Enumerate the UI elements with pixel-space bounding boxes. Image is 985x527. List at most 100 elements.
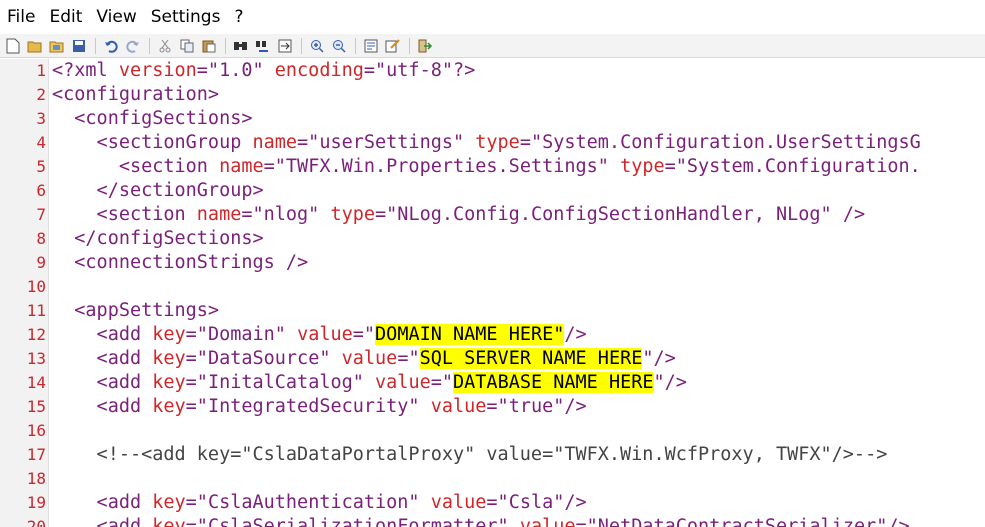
highlighted-text: DOMAIN NAME HERE": [375, 324, 565, 345]
code-text: <add key="DataSource" value="SQL SERVER …: [52, 347, 676, 371]
zoom-out-icon[interactable]: [331, 38, 347, 54]
code-line: 5 <section name="TWFX.Win.Properties.Set…: [0, 155, 985, 179]
code-token: =": [430, 372, 454, 393]
code-token: ="DataSource": [185, 348, 342, 369]
code-token: <sectionGroup: [52, 132, 253, 153]
code-text: <configSections>: [52, 107, 252, 131]
code-token: <add: [52, 516, 153, 527]
code-token: <section: [52, 156, 220, 177]
open-folder-icon[interactable]: [49, 38, 65, 54]
redo-icon[interactable]: [125, 38, 141, 54]
code-token: <add: [52, 492, 153, 513]
goto-line-icon[interactable]: [277, 38, 293, 54]
code-token: key: [152, 396, 186, 417]
code-text: <configuration>: [52, 83, 219, 107]
code-token: value: [341, 348, 398, 369]
code-token: type: [475, 132, 520, 153]
code-token: ="userSettings": [297, 132, 476, 153]
paste-icon[interactable]: [201, 38, 217, 54]
find-icon[interactable]: [233, 38, 249, 54]
code-token: name: [252, 132, 298, 153]
code-token: ="CslaAuthentication": [185, 492, 431, 513]
exit-icon[interactable]: [417, 38, 433, 54]
code-token: value: [375, 372, 431, 393]
toolbar-separator: [95, 37, 96, 54]
code-token: ="TWFX.Win.Properties.Settings": [263, 156, 621, 177]
code-token: <connectionStrings />: [52, 252, 309, 273]
code-token: ="Csla"/>: [486, 492, 587, 513]
code-token: ="1.0": [196, 60, 275, 81]
toolbar: [0, 34, 985, 58]
code-text: </configSections>: [52, 227, 263, 251]
code-token: key: [152, 324, 186, 345]
line-number: 19: [26, 493, 46, 512]
code-token: key: [152, 348, 186, 369]
code-token: <configSections>: [52, 108, 253, 129]
undo-icon[interactable]: [103, 38, 119, 54]
line-number: 2: [36, 85, 46, 104]
code-line: 2 <configuration>: [0, 83, 985, 107]
code-line: 7 <section name="nlog" type="NLog.Config…: [0, 203, 985, 227]
line-number: 13: [26, 349, 46, 368]
toolbar-separator: [225, 37, 226, 54]
code-token: ="NLog.Config.ConfigSectionHandler, NLog…: [375, 204, 866, 225]
code-token: "/>: [653, 372, 687, 393]
code-token: <section: [52, 204, 197, 225]
code-text: <add key="CslaSerializationFormatter" va…: [52, 515, 910, 527]
menu-help[interactable]: ?: [228, 0, 249, 34]
code-line: 15 <add key="IntegratedSecurity" value="…: [0, 395, 985, 419]
code-token: <add: [52, 324, 153, 345]
text-editor[interactable]: 1 <?xml version="1.0" encoding="utf-8"?> 2…: [0, 59, 985, 527]
code-line: 10: [0, 275, 985, 299]
open-file-icon[interactable]: [27, 38, 43, 54]
code-text: <section name="TWFX.Win.Properties.Setti…: [52, 155, 921, 179]
line-number: 7: [36, 205, 46, 224]
code-line: 4 <sectionGroup name="userSettings" type…: [0, 131, 985, 155]
cut-icon[interactable]: [157, 38, 173, 54]
zoom-in-icon[interactable]: [309, 38, 325, 54]
menu-file[interactable]: File: [0, 0, 41, 34]
replace-icon[interactable]: [255, 38, 271, 54]
code-token: ="utf-8"?>: [363, 60, 476, 81]
menu-view[interactable]: View: [90, 0, 142, 34]
code-token: <appSettings>: [52, 300, 220, 321]
copy-icon[interactable]: [179, 38, 195, 54]
code-line: 3 <configSections>: [0, 107, 985, 131]
line-number: 6: [36, 181, 46, 200]
line-number: 1: [36, 61, 46, 80]
code-token: =": [397, 348, 420, 369]
toolbar-separator: [301, 37, 302, 54]
line-number: 8: [36, 229, 46, 248]
menu-settings[interactable]: Settings: [145, 0, 227, 34]
menu-edit[interactable]: Edit: [43, 0, 88, 34]
line-number: 14: [26, 373, 46, 392]
code-token: ="NetDataContractSerializer"/>: [575, 516, 910, 527]
code-text: <?xml version="1.0" encoding="utf-8"?>: [52, 59, 475, 83]
code-line: 16: [0, 419, 985, 443]
code-token: version: [118, 60, 197, 81]
save-icon[interactable]: [71, 38, 87, 54]
code-token: ="System.Configuration.UserSettingsG: [519, 132, 921, 153]
code-text: <add key="IntegratedSecurity" value="tru…: [52, 395, 587, 419]
code-token: </sectionGroup>: [52, 180, 264, 201]
line-number: 17: [26, 445, 46, 464]
toolbar-separator: [409, 37, 410, 54]
code-token: <add: [52, 348, 153, 369]
scheme-icon[interactable]: [385, 38, 401, 54]
code-token: />: [564, 324, 587, 345]
new-file-icon[interactable]: [5, 38, 21, 54]
code-line: 13 <add key="DataSource" value="SQL SERV…: [0, 347, 985, 371]
code-token: value: [430, 492, 487, 513]
code-text: <appSettings>: [52, 299, 219, 323]
code-token: <!--<add key="CslaDataPortalProxy" value…: [52, 444, 888, 465]
code-text: <section name="nlog" type="NLog.Config.C…: [52, 203, 866, 227]
code-token: ="InitalCatalog": [185, 372, 376, 393]
word-wrap-icon[interactable]: [363, 38, 379, 54]
code-text: <sectionGroup name="userSettings" type="…: [52, 131, 921, 155]
highlighted-text: DATABASE NAME HERE: [453, 372, 654, 393]
code-text: <!--<add key="CslaDataPortalProxy" value…: [52, 443, 888, 467]
toolbar-separator: [149, 37, 150, 54]
line-number: 4: [36, 133, 46, 152]
code-token: <?xml: [52, 60, 119, 81]
code-text: <connectionStrings />: [52, 251, 308, 275]
